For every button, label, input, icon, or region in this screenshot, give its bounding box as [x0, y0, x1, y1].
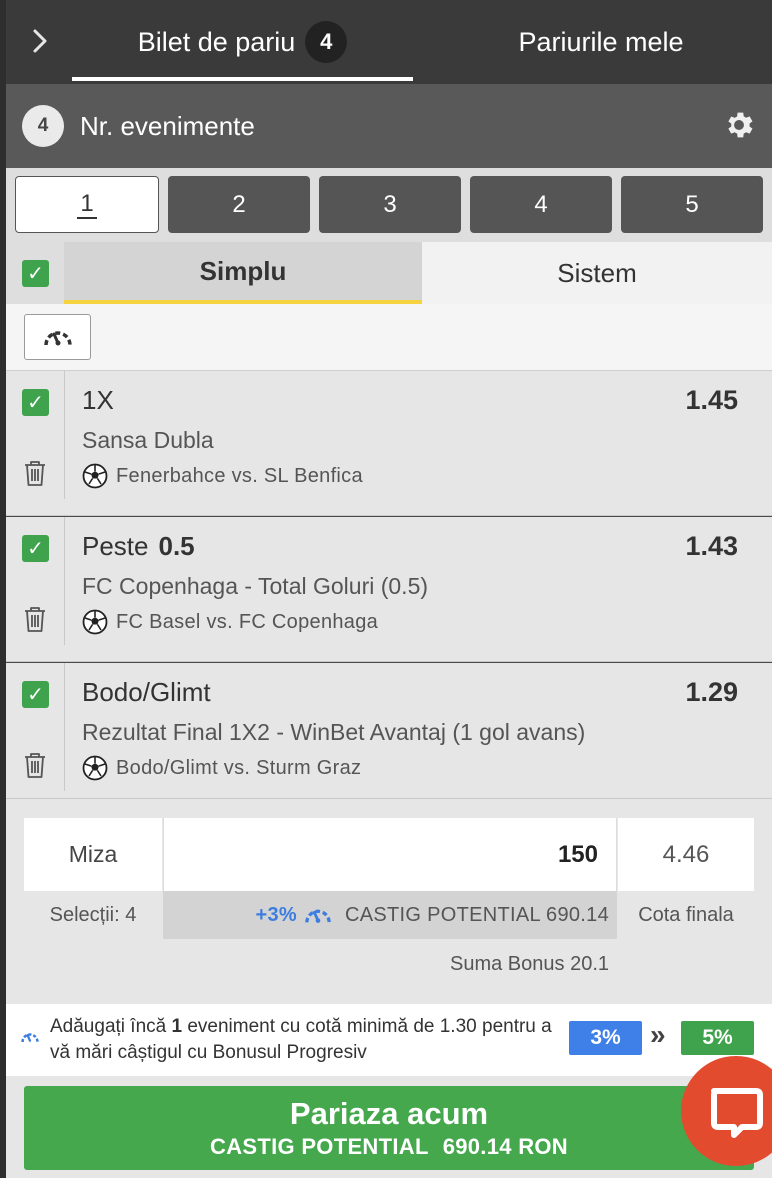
speedometer-icon	[305, 909, 331, 923]
progressive-bonus-text: Adăugați încă 1 eveniment cu cotă minimă…	[50, 1016, 552, 1063]
gear-icon[interactable]	[722, 108, 756, 147]
soccer-ball-icon	[82, 463, 108, 489]
total-odds-value: 4.46	[618, 818, 754, 891]
chat-bubble-icon	[681, 1056, 772, 1166]
events-label: Nr. evenimente	[80, 110, 255, 141]
soccer-ball-icon	[82, 609, 108, 635]
bonus-sum: Suma Bonus 20.1	[450, 952, 609, 975]
selection-market: Rezultat Final 1X2 - WinBet Avantaj (1 g…	[82, 719, 586, 745]
selection-match: FC Basel vs. FC Copenhaga	[82, 609, 378, 635]
speedometer-icon	[43, 331, 72, 346]
next-bonus-badge: 5%	[681, 1021, 754, 1055]
bonus-percent: +3%	[255, 903, 297, 926]
tool-row	[6, 304, 772, 371]
selector-button-1[interactable]: 1	[15, 176, 159, 233]
left-edge	[0, 0, 6, 1178]
selector-button-5[interactable]: 5	[621, 176, 763, 233]
miza-label: Miza	[24, 818, 162, 891]
select-all-area: ✓	[6, 242, 64, 304]
events-bar: 4 Nr. evenimente	[0, 84, 772, 168]
potential-win-text: CASTIG POTENTIAL 690.14	[344, 903, 609, 926]
selections-count: Selecții: 4	[49, 903, 137, 926]
cota-finala-label: Cota finala	[638, 903, 734, 926]
selection-pick: 1X	[82, 385, 114, 415]
tab-mele-label: Pariurile mele	[518, 26, 684, 57]
selection-item: ✓ Bodo/Glimt 1.29 Rezultat Final 1X2 - W…	[6, 663, 772, 799]
potential-win-bar: +3% CASTIG POTENTIAL 690.14	[163, 891, 617, 939]
trash-icon[interactable]	[22, 605, 48, 638]
tab-pariurile-mele[interactable]: Pariurile mele	[430, 0, 772, 84]
trash-icon[interactable]	[22, 751, 48, 784]
selector-button-2[interactable]: 2	[168, 176, 310, 233]
speedometer-icon	[20, 1028, 40, 1051]
chevron-right-icon[interactable]	[28, 24, 52, 58]
tab-bilet-badge: 4	[305, 21, 348, 63]
selection-checkbox[interactable]: ✓	[22, 535, 49, 562]
trash-icon[interactable]	[22, 459, 48, 492]
events-count-badge: 4	[22, 105, 64, 147]
stake-input[interactable]: 150	[163, 818, 617, 891]
selection-match: Bodo/Glimt vs. Sturm Graz	[82, 755, 361, 781]
place-bet-label: Pariaza acum	[289, 1096, 489, 1131]
selector-button-4[interactable]: 4	[470, 176, 612, 233]
bet-mode-tabs: ✓ Simplu Sistem	[6, 242, 772, 304]
selection-odd[interactable]: 1.45	[685, 385, 738, 416]
selection-checkbox[interactable]: ✓	[22, 389, 49, 416]
tab-simplu[interactable]: Simplu	[64, 242, 422, 304]
selection-odd[interactable]: 1.29	[685, 677, 738, 708]
betslip-app: Bilet de pariu 4 Pariurile mele 4 Nr. ev…	[0, 0, 772, 1178]
selection-market: Sansa Dubla	[82, 427, 214, 453]
tab-sistem[interactable]: Sistem	[422, 242, 772, 304]
speedometer-button[interactable]	[24, 314, 91, 360]
selection-item: ✓ 1X 1.45 Sansa Dubla Fenerbahce vs. SL …	[6, 371, 772, 516]
place-bet-potential: CASTIG POTENTIAL 690.14 RON	[210, 1134, 568, 1159]
double-chevron-icon: »	[650, 1019, 666, 1050]
selection-pick: Peste 0.5	[82, 531, 195, 561]
progressive-bonus-banner: Adăugați încă 1 eveniment cu cotă minimă…	[6, 1004, 772, 1076]
selection-item: ✓ Peste 0.5 1.43 FC Copenhaga - Total Gol…	[6, 517, 772, 662]
selection-pick: Bodo/Glimt	[82, 677, 211, 707]
stake-area: Miza 150 4.46 Selecții: 4 +3% CASTIG POT…	[6, 799, 772, 1004]
tab-active-underline	[72, 77, 413, 81]
selection-match: Fenerbahce vs. SL Benfica	[82, 463, 363, 489]
tab-bilet-de-pariu[interactable]: Bilet de pariu 4	[72, 0, 413, 84]
current-bonus-badge: 3%	[569, 1021, 642, 1055]
chat-button[interactable]	[680, 1055, 772, 1167]
place-bet-button[interactable]: Pariaza acum CASTIG POTENTIAL 690.14 RON	[24, 1086, 754, 1170]
cta-area: Pariaza acum CASTIG POTENTIAL 690.14 RON	[6, 1076, 772, 1178]
selector-button-3[interactable]: 3	[319, 176, 461, 233]
selection-odd[interactable]: 1.43	[685, 531, 738, 562]
selection-checkbox[interactable]: ✓	[22, 681, 49, 708]
select-all-checkbox[interactable]: ✓	[22, 260, 49, 287]
selection-market: FC Copenhaga - Total Goluri (0.5)	[82, 573, 429, 599]
soccer-ball-icon	[82, 755, 108, 781]
selection-line: 0.5	[158, 531, 195, 561]
header: Bilet de pariu 4 Pariurile mele	[0, 0, 772, 84]
tab-bilet-label: Bilet de pariu	[137, 26, 296, 57]
combination-selector: 1 2 3 4 5	[6, 168, 772, 242]
